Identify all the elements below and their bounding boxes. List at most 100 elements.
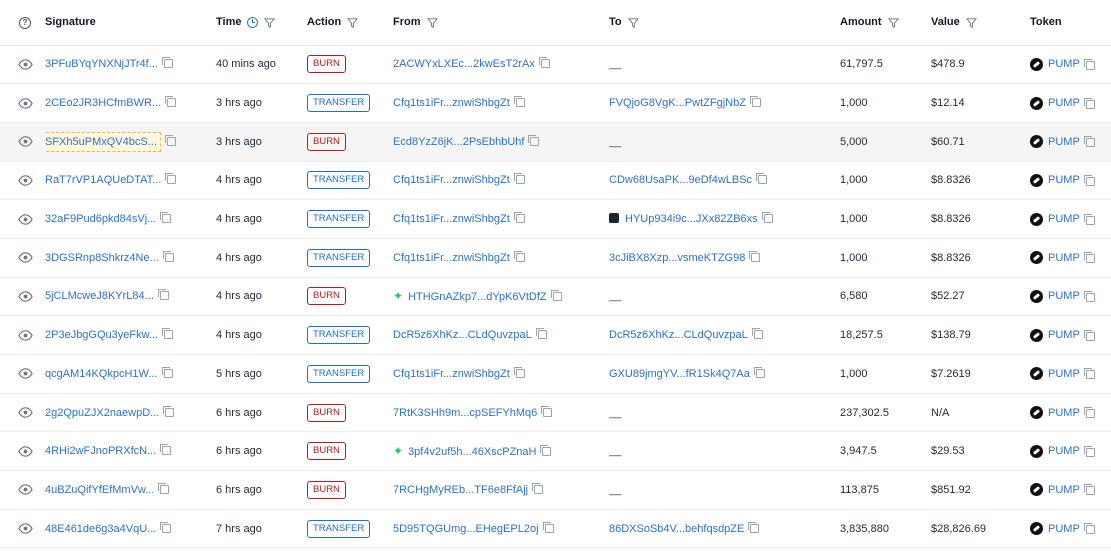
copy-icon[interactable] (513, 212, 525, 224)
signature-link[interactable]: 2CEo2JR3HCfmBWR... (45, 97, 161, 109)
eye-icon[interactable] (18, 250, 33, 265)
from-address-link[interactable]: Ecd8YzZ6jK...2PsEbhbUhf (393, 136, 524, 148)
token-link[interactable]: PUMP (1048, 290, 1080, 302)
eye-icon[interactable] (18, 444, 33, 459)
copy-icon[interactable] (165, 96, 177, 108)
token-link[interactable]: PUMP (1048, 523, 1080, 535)
eye-icon[interactable] (18, 96, 33, 111)
copy-icon[interactable] (528, 134, 540, 146)
copy-icon[interactable] (162, 328, 174, 340)
copy-icon[interactable] (1083, 136, 1095, 148)
copy-icon[interactable] (513, 366, 525, 378)
copy-icon[interactable] (1083, 407, 1095, 419)
copy-icon[interactable] (540, 445, 552, 457)
from-address-link[interactable]: Cfq1ts1iFr...znwiShbgZt (393, 97, 510, 109)
clock-icon[interactable] (247, 16, 259, 28)
copy-icon[interactable] (513, 173, 525, 185)
signature-link[interactable]: qcgAM14KQkpcH1W... (45, 368, 158, 380)
signature-link[interactable]: 3DGSRnp8Shkrz4Ne... (45, 252, 159, 264)
signature-link[interactable]: RaT7rVP1AQUeDTAT... (45, 174, 161, 186)
token-link[interactable]: PUMP (1048, 484, 1080, 496)
filter-icon[interactable] (965, 17, 977, 28)
token-link[interactable]: PUMP (1048, 136, 1080, 148)
signature-link[interactable]: 4RHi2wFJnoPRXfcN... (45, 445, 156, 457)
token-link[interactable]: PUMP (1048, 329, 1080, 341)
copy-icon[interactable] (1083, 252, 1095, 264)
token-link[interactable]: PUMP (1048, 58, 1080, 70)
to-address-link[interactable]: FVQjoG8VgK...PwtZFgjNbZ (609, 97, 746, 109)
copy-icon[interactable] (749, 96, 761, 108)
to-address-link[interactable]: HYUp934i9c...JXx82ZB6xs (625, 213, 758, 225)
copy-icon[interactable] (158, 482, 170, 494)
from-address-link[interactable]: 5D95TQGUmg...EHegEPL2oj (393, 523, 539, 535)
copy-icon[interactable] (541, 405, 553, 417)
filter-icon[interactable] (426, 17, 438, 28)
copy-icon[interactable] (161, 366, 173, 378)
signature-link[interactable]: 32aF9Pud6pkd84sVj... (45, 213, 156, 225)
copy-icon[interactable] (160, 521, 172, 533)
copy-icon[interactable] (1083, 368, 1095, 380)
token-link[interactable]: PUMP (1048, 213, 1080, 225)
copy-icon[interactable] (163, 405, 175, 417)
copy-icon[interactable] (535, 328, 547, 340)
copy-icon[interactable] (1083, 97, 1095, 109)
token-link[interactable]: PUMP (1048, 368, 1080, 380)
signature-link[interactable]: 3PFuBYqYNXNjJTr4f... (45, 58, 158, 70)
copy-icon[interactable] (165, 173, 177, 185)
copy-icon[interactable] (513, 96, 525, 108)
copy-icon[interactable] (1083, 484, 1095, 496)
copy-icon[interactable] (513, 250, 525, 262)
copy-icon[interactable] (161, 57, 173, 69)
eye-icon[interactable] (18, 366, 33, 381)
question-circle-icon[interactable]: ? (19, 16, 31, 29)
signature-link[interactable]: 2g2QpuZJX2naewpD... (45, 407, 159, 419)
filter-icon[interactable] (347, 17, 359, 28)
eye-icon[interactable] (18, 405, 33, 420)
copy-icon[interactable] (542, 521, 554, 533)
copy-icon[interactable] (1083, 290, 1095, 302)
token-link[interactable]: PUMP (1048, 252, 1080, 264)
eye-icon[interactable] (18, 57, 33, 72)
copy-icon[interactable] (761, 212, 773, 224)
copy-icon[interactable] (1083, 445, 1095, 457)
copy-icon[interactable] (751, 328, 763, 340)
to-address-link[interactable]: 86DXSoSb4V...behfqsdpZE (609, 523, 744, 535)
eye-icon[interactable] (18, 134, 33, 149)
copy-icon[interactable] (162, 250, 174, 262)
eye-icon[interactable] (18, 212, 33, 227)
copy-icon[interactable] (1083, 329, 1095, 341)
copy-icon[interactable] (550, 290, 562, 302)
eye-icon[interactable] (18, 482, 33, 497)
token-link[interactable]: PUMP (1048, 407, 1080, 419)
from-address-link[interactable]: Cfq1ts1iFr...znwiShbgZt (393, 213, 510, 225)
eye-icon[interactable] (18, 521, 33, 536)
copy-icon[interactable] (1083, 523, 1095, 535)
copy-icon[interactable] (538, 57, 550, 69)
filter-icon[interactable] (264, 17, 276, 28)
from-address-link[interactable]: 3pf4v2uf5h...46XscPZnaH (408, 446, 536, 458)
filter-icon[interactable] (887, 17, 899, 28)
from-address-link[interactable]: 7RCHgMyREb...TF6e8FfAjj (393, 484, 528, 496)
copy-icon[interactable] (749, 250, 761, 262)
from-address-link[interactable]: HTHGnAZkp7...dYpK6VtDfZ (408, 291, 547, 303)
copy-icon[interactable] (160, 444, 172, 456)
from-address-link[interactable]: DcR5z6XhKz...CLdQuvzpaL (393, 329, 532, 341)
copy-icon[interactable] (160, 212, 172, 224)
eye-icon[interactable] (18, 289, 33, 304)
copy-icon[interactable] (532, 482, 544, 494)
eye-icon[interactable] (18, 173, 33, 188)
filter-icon[interactable] (627, 17, 639, 28)
eye-icon[interactable] (18, 328, 33, 343)
from-address-link[interactable]: Cfq1ts1iFr...znwiShbgZt (393, 174, 510, 186)
copy-icon[interactable] (753, 366, 765, 378)
to-address-link[interactable]: 3cJiBX8Xzp...vsmeKTZG98 (609, 252, 745, 264)
token-link[interactable]: PUMP (1048, 174, 1080, 186)
signature-link[interactable]: 2P3eJbgGQu3yeFkw... (45, 329, 158, 341)
copy-icon[interactable] (157, 289, 169, 301)
copy-icon[interactable] (164, 134, 176, 146)
signature-link[interactable]: 4uBZuQifYfEfMmVw... (45, 484, 154, 496)
from-address-link[interactable]: 2ACWYxLXEc...2kwEsT2rAx (393, 58, 535, 70)
token-link[interactable]: PUMP (1048, 445, 1080, 457)
token-link[interactable]: PUMP (1048, 97, 1080, 109)
copy-icon[interactable] (1083, 174, 1095, 186)
